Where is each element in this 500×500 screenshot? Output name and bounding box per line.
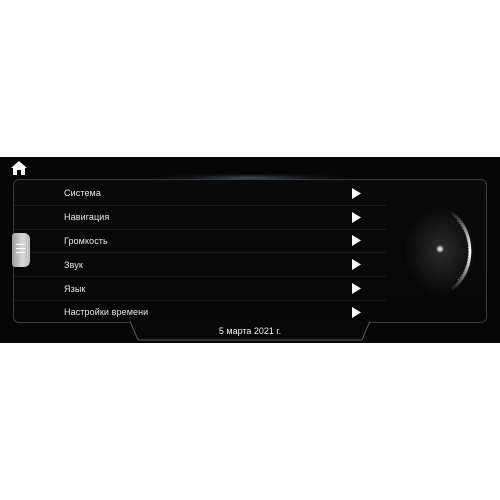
play-arrow-icon [352,283,361,295]
play-arrow-icon [352,211,361,223]
decorative-dial-icon [402,207,474,295]
side-menu-tab[interactable] [12,233,30,267]
menu-icon [16,244,25,256]
play-arrow-icon [352,187,361,199]
menu-item-label: Язык [64,283,86,294]
menu-item-time-settings[interactable]: Настройки времени [14,301,386,322]
play-arrow-icon [352,259,361,271]
menu-item-label: Навигация [64,212,110,223]
menu-item-sound[interactable]: Звук [14,253,386,278]
top-bar [0,157,500,183]
menu-item-volume[interactable]: Громкость [14,230,386,254]
menu-item-label: Громкость [64,235,108,246]
date-label: 5 марта 2021 г. [218,326,282,336]
play-arrow-icon [352,306,361,318]
menu-item-label: Настройки времени [64,307,149,318]
head-unit-screen: Система Навигация Громкость Звук Язык На… [0,157,500,343]
menu-item-label: Звук [64,259,83,270]
play-arrow-icon [352,235,361,247]
menu-item-label: Система [64,188,101,199]
menu-item-navigation[interactable]: Навигация [14,206,386,230]
settings-menu: Система Навигация Громкость Звук Язык На… [14,182,386,322]
menu-item-language[interactable]: Язык [14,277,386,301]
menu-item-system[interactable]: Система [14,182,386,206]
home-icon[interactable] [10,160,28,176]
